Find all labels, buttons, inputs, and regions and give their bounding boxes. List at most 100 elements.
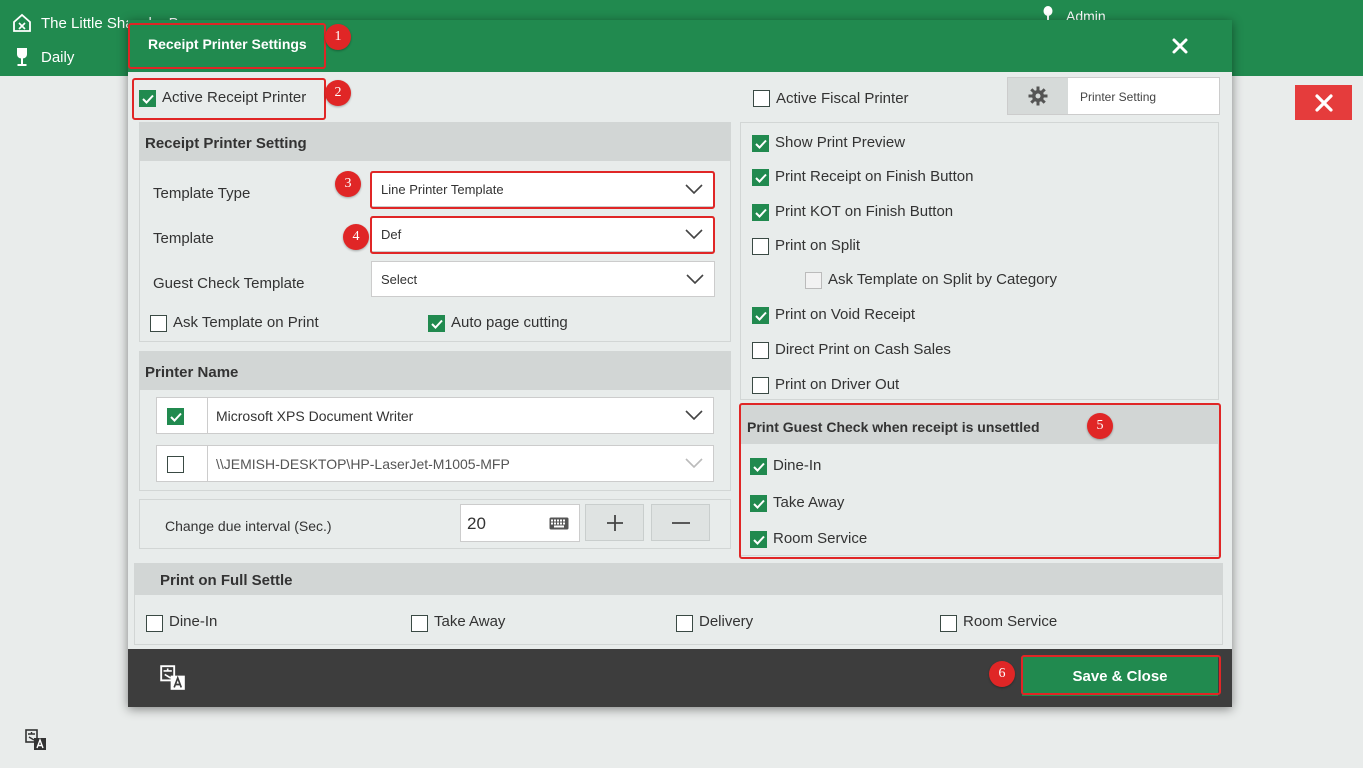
option-checkbox[interactable]: [752, 342, 769, 359]
option-checkbox[interactable]: [752, 135, 769, 152]
annotation-badge: 3: [335, 171, 361, 197]
guest-check-take-away-checkbox[interactable]: [750, 495, 767, 512]
annotation-badge: 4: [343, 224, 369, 250]
home-icon: [12, 13, 32, 33]
option-checkbox[interactable]: [805, 272, 822, 289]
annotation-badge: 5: [1087, 413, 1113, 439]
translate-icon[interactable]: [25, 729, 47, 751]
wine-glass-icon: [12, 47, 32, 67]
auto-page-cutting-label: Auto page cutting: [451, 314, 568, 331]
chevron-down-icon: [685, 184, 703, 194]
printer-name: Microsoft XPS Document Writer: [216, 408, 414, 424]
annotation-badge: 6: [989, 661, 1015, 687]
full-settle-panel: Print on Full Settle: [134, 563, 1223, 645]
printer-name: \\JEMISH-DESKTOP\HP-LaserJet-M1005-MFP: [216, 456, 510, 472]
full-settle-room-service-label: Room Service: [963, 613, 1058, 630]
template-select[interactable]: Def: [371, 216, 714, 252]
checkmark-icon: [752, 462, 765, 472]
checkmark-icon: [752, 535, 765, 545]
option-label: Print Receipt on Finish Button: [775, 168, 974, 185]
option-checkbox[interactable]: [752, 204, 769, 221]
close-icon: [1314, 93, 1333, 112]
change-due-input[interactable]: 20: [460, 504, 580, 542]
full-settle-heading: Print on Full Settle: [135, 564, 1222, 595]
guest-check-take-away-label: Take Away: [773, 494, 845, 511]
option-label: Print on Split: [775, 237, 861, 254]
checkmark-icon: [754, 311, 767, 321]
full-settle-dine-in-label: Dine-In: [169, 613, 218, 630]
guest-check-room-service-checkbox[interactable]: [750, 531, 767, 548]
full-settle-take-away-checkbox[interactable]: [411, 615, 428, 632]
annotation-badge: 1: [325, 24, 351, 50]
guest-check-dine-in-checkbox[interactable]: [750, 458, 767, 475]
option-checkbox[interactable]: [752, 169, 769, 186]
option-label: Ask Template on Split by Category: [828, 271, 1058, 288]
checkmark-icon: [752, 499, 765, 509]
dialog-header: Receipt Printer Settings: [128, 20, 1232, 72]
printer-checkbox[interactable]: [167, 456, 184, 473]
dialog-close-button[interactable]: [1170, 36, 1190, 56]
chevron-down-icon: [685, 410, 703, 420]
plus-icon: [606, 514, 623, 531]
chevron-down-icon: [685, 458, 703, 468]
guest-check-dine-in-label: Dine-In: [773, 457, 822, 474]
ask-template-on-print-checkbox[interactable]: [150, 315, 167, 332]
option-checkbox[interactable]: [752, 238, 769, 255]
guest-check-template-select[interactable]: Select: [371, 261, 715, 297]
printer-setting-button[interactable]: Printer Setting: [1007, 77, 1220, 115]
receipt-printer-settings-dialog: Receipt Printer Settings Active Receipt …: [128, 20, 1232, 707]
full-settle-take-away-label: Take Away: [434, 613, 506, 630]
chevron-down-icon: [686, 274, 704, 284]
keyboard-icon[interactable]: [549, 517, 569, 530]
guest-check-template-label: Guest Check Template: [153, 275, 305, 292]
auto-page-cutting-checkbox[interactable]: [428, 315, 445, 332]
checkmark-icon: [169, 412, 182, 422]
template-value: Def: [381, 226, 402, 242]
translate-icon[interactable]: [160, 665, 186, 691]
option-checkbox[interactable]: [752, 307, 769, 324]
increment-button[interactable]: [585, 504, 644, 541]
checkmark-icon: [754, 139, 767, 149]
full-settle-delivery-label: Delivery: [699, 613, 754, 630]
template-type-select[interactable]: Line Printer Template: [371, 171, 714, 207]
printer-checkbox[interactable]: [167, 408, 184, 425]
app-subtitle: Daily: [41, 48, 75, 66]
option-label: Direct Print on Cash Sales: [775, 341, 951, 358]
print-options-panel: [740, 122, 1219, 400]
printer-row[interactable]: Microsoft XPS Document Writer: [156, 397, 714, 434]
chevron-down-icon: [685, 229, 703, 239]
active-receipt-printer-label: Active Receipt Printer: [162, 89, 307, 106]
minus-icon: [671, 521, 690, 524]
change-due-label: Change due interval (Sec.): [165, 518, 332, 534]
app-close-button[interactable]: [1295, 85, 1352, 120]
close-icon: [1172, 38, 1188, 54]
active-receipt-printer-checkbox[interactable]: [139, 90, 156, 107]
save-close-button[interactable]: Save & Close: [1022, 656, 1218, 696]
guest-check-template-value: Select: [381, 271, 418, 287]
change-due-value: 20: [467, 514, 486, 533]
dialog-footer: Save & Close: [128, 649, 1232, 707]
divider: [207, 398, 208, 433]
full-settle-delivery-checkbox[interactable]: [676, 615, 693, 632]
option-label: Show Print Preview: [775, 134, 906, 151]
active-fiscal-printer-checkbox[interactable]: [753, 90, 770, 107]
full-settle-room-service-checkbox[interactable]: [940, 615, 957, 632]
ask-template-on-print-label: Ask Template on Print: [173, 314, 319, 331]
checkmark-icon: [754, 208, 767, 218]
gear-icon: [1008, 78, 1068, 114]
active-fiscal-printer-label: Active Fiscal Printer: [776, 90, 909, 107]
printer-setting-label: Printer Setting: [1080, 90, 1157, 104]
app-subtitle-bar[interactable]: Daily: [12, 46, 74, 68]
checkmark-icon: [141, 94, 154, 104]
divider: [207, 446, 208, 481]
template-type-label: Template Type: [153, 185, 251, 202]
decrement-button[interactable]: [651, 504, 710, 541]
option-checkbox[interactable]: [752, 377, 769, 394]
option-label: Print on Driver Out: [775, 376, 900, 393]
receipt-printer-setting-heading: Receipt Printer Setting: [140, 123, 730, 161]
printer-row[interactable]: \\JEMISH-DESKTOP\HP-LaserJet-M1005-MFP: [156, 445, 714, 482]
checkmark-icon: [430, 319, 443, 329]
full-settle-dine-in-checkbox[interactable]: [146, 615, 163, 632]
dialog-title: Receipt Printer Settings: [148, 36, 307, 52]
option-label: Print on Void Receipt: [775, 306, 916, 323]
